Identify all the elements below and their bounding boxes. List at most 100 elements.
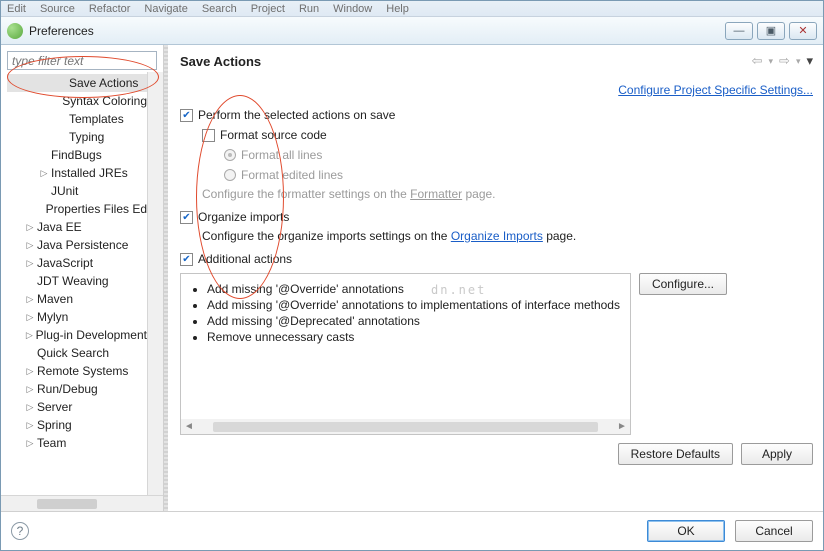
- menu-edit[interactable]: Edit: [7, 3, 26, 15]
- tree-item[interactable]: ▷Spring: [7, 416, 147, 434]
- formatter-link: Formatter: [410, 187, 462, 201]
- perform-actions-label: Perform the selected actions on save: [198, 108, 395, 122]
- nav-forward-icon[interactable]: ⇨: [779, 53, 790, 69]
- tree-item-label: Java Persistence: [37, 238, 128, 252]
- configure-project-settings-link[interactable]: Configure Project Specific Settings...: [618, 83, 813, 97]
- restore-defaults-button[interactable]: Restore Defaults: [618, 443, 733, 465]
- tree-item-label: FindBugs: [51, 148, 102, 162]
- tree-item-label: Properties Files Ed: [46, 202, 147, 216]
- expander-closed-icon[interactable]: ▷: [25, 240, 35, 250]
- menu-search[interactable]: Search: [202, 3, 237, 15]
- tree-item-label: Plug-in Development: [36, 328, 147, 342]
- tree-item[interactable]: Templates: [7, 110, 147, 128]
- help-icon[interactable]: ?: [11, 522, 29, 540]
- expander-closed-icon[interactable]: ▷: [25, 402, 35, 412]
- tree-item[interactable]: JUnit: [7, 182, 147, 200]
- nav-back-icon[interactable]: ⇦: [752, 53, 763, 69]
- expander-closed-icon[interactable]: ▷: [25, 330, 34, 340]
- additional-actions-label: Additional actions: [198, 252, 292, 266]
- tree-item[interactable]: ▷Plug-in Development: [7, 326, 147, 344]
- preferences-tree[interactable]: Save Actions Syntax Coloring Templates Typi…: [1, 72, 147, 495]
- apply-button[interactable]: Apply: [741, 443, 813, 465]
- menu-help[interactable]: Help: [386, 3, 409, 15]
- menu-project[interactable]: Project: [251, 3, 285, 15]
- tree-item[interactable]: Typing: [7, 128, 147, 146]
- filter-input[interactable]: [7, 51, 157, 70]
- menu-source[interactable]: Source: [40, 3, 75, 15]
- nav-menu-icon[interactable]: ▾: [806, 53, 813, 69]
- list-item: Remove unnecessary casts: [207, 330, 620, 344]
- organize-note: Configure the organize imports settings …: [202, 229, 813, 243]
- tree-item-label: JUnit: [51, 184, 78, 198]
- tree-item[interactable]: Quick Search: [7, 344, 147, 362]
- expander-closed-icon[interactable]: ▷: [25, 420, 35, 430]
- expander-closed-icon[interactable]: ▷: [25, 294, 35, 304]
- expander-closed-icon[interactable]: ▷: [25, 312, 35, 322]
- organize-imports-label: Organize imports: [198, 210, 289, 224]
- format-source-label: Format source code: [220, 128, 327, 142]
- tree-item-label: Templates: [69, 112, 124, 126]
- formatter-note: Configure the formatter settings on the …: [202, 187, 813, 201]
- tree-item-label: Run/Debug: [37, 382, 98, 396]
- tree-item-label: Spring: [37, 418, 72, 432]
- menu-navigate[interactable]: Navigate: [144, 3, 187, 15]
- list-item: Add missing '@Override' annotations to i…: [207, 298, 620, 312]
- additional-actions-checkbox[interactable]: [180, 253, 193, 266]
- tree-item-label: Maven: [37, 292, 73, 306]
- tree-item-label: JavaScript: [37, 256, 93, 270]
- expander-closed-icon[interactable]: ▷: [39, 168, 49, 178]
- tree-item[interactable]: ▷Maven: [7, 290, 147, 308]
- tree-item-label: Syntax Coloring: [62, 94, 147, 108]
- actions-hscrollbar[interactable]: ◄►: [180, 419, 631, 435]
- format-all-label: Format all lines: [241, 148, 322, 162]
- tree-item-label: JDT Weaving: [37, 274, 109, 288]
- sidebar-vscrollbar[interactable]: [147, 72, 163, 495]
- tree-item[interactable]: FindBugs: [7, 146, 147, 164]
- tree-item[interactable]: ▷Mylyn: [7, 308, 147, 326]
- menu-refactor[interactable]: Refactor: [89, 3, 131, 15]
- tree-item[interactable]: ▷Team: [7, 434, 147, 452]
- expander-closed-icon[interactable]: ▷: [25, 222, 35, 232]
- app-icon: [7, 23, 23, 39]
- cancel-button[interactable]: Cancel: [735, 520, 813, 542]
- tree-item[interactable]: Save Actions: [7, 74, 147, 92]
- tree-item[interactable]: Syntax Coloring: [7, 92, 147, 110]
- tree-item-label: Typing: [69, 130, 104, 144]
- organize-imports-link[interactable]: Organize Imports: [451, 229, 543, 243]
- tree-item-label: Installed JREs: [51, 166, 128, 180]
- tree-item-label: Mylyn: [37, 310, 68, 324]
- menubar[interactable]: Edit Source Refactor Navigate Search Pro…: [1, 1, 823, 17]
- window-title: Preferences: [29, 24, 94, 38]
- organize-imports-checkbox[interactable]: [180, 211, 193, 224]
- page-title: Save Actions: [180, 54, 261, 69]
- tree-item[interactable]: JDT Weaving: [7, 272, 147, 290]
- tree-item[interactable]: ▷Java EE: [7, 218, 147, 236]
- maximize-button[interactable]: ▣: [757, 22, 785, 40]
- tree-item[interactable]: ▷JavaScript: [7, 254, 147, 272]
- configure-button[interactable]: Configure...: [639, 273, 727, 295]
- additional-actions-list: Add missing '@Override' annotationsAdd m…: [180, 273, 631, 420]
- tree-item-label: Java EE: [37, 220, 82, 234]
- minimize-button[interactable]: —: [725, 22, 753, 40]
- tree-item[interactable]: ▷Run/Debug: [7, 380, 147, 398]
- format-source-checkbox[interactable]: [202, 129, 215, 142]
- expander-closed-icon[interactable]: ▷: [25, 438, 35, 448]
- tree-item-label: Quick Search: [37, 346, 109, 360]
- menu-window[interactable]: Window: [333, 3, 372, 15]
- tree-item[interactable]: ▷Server: [7, 398, 147, 416]
- menu-run[interactable]: Run: [299, 3, 319, 15]
- titlebar: Preferences — ▣ ✕: [1, 17, 823, 45]
- tree-item[interactable]: ▷Installed JREs: [7, 164, 147, 182]
- tree-item[interactable]: ▷Remote Systems: [7, 362, 147, 380]
- expander-closed-icon[interactable]: ▷: [25, 366, 35, 376]
- expander-closed-icon[interactable]: ▷: [25, 258, 35, 268]
- ok-button[interactable]: OK: [647, 520, 725, 542]
- tree-item[interactable]: ▷Java Persistence: [7, 236, 147, 254]
- perform-actions-checkbox[interactable]: [180, 109, 193, 122]
- close-button[interactable]: ✕: [789, 22, 817, 40]
- expander-closed-icon[interactable]: ▷: [25, 384, 35, 394]
- tree-item-label: Remote Systems: [37, 364, 128, 378]
- tree-item[interactable]: Properties Files Ed: [7, 200, 147, 218]
- list-item: Add missing '@Deprecated' annotations: [207, 314, 620, 328]
- sidebar-hscrollbar[interactable]: [1, 495, 163, 511]
